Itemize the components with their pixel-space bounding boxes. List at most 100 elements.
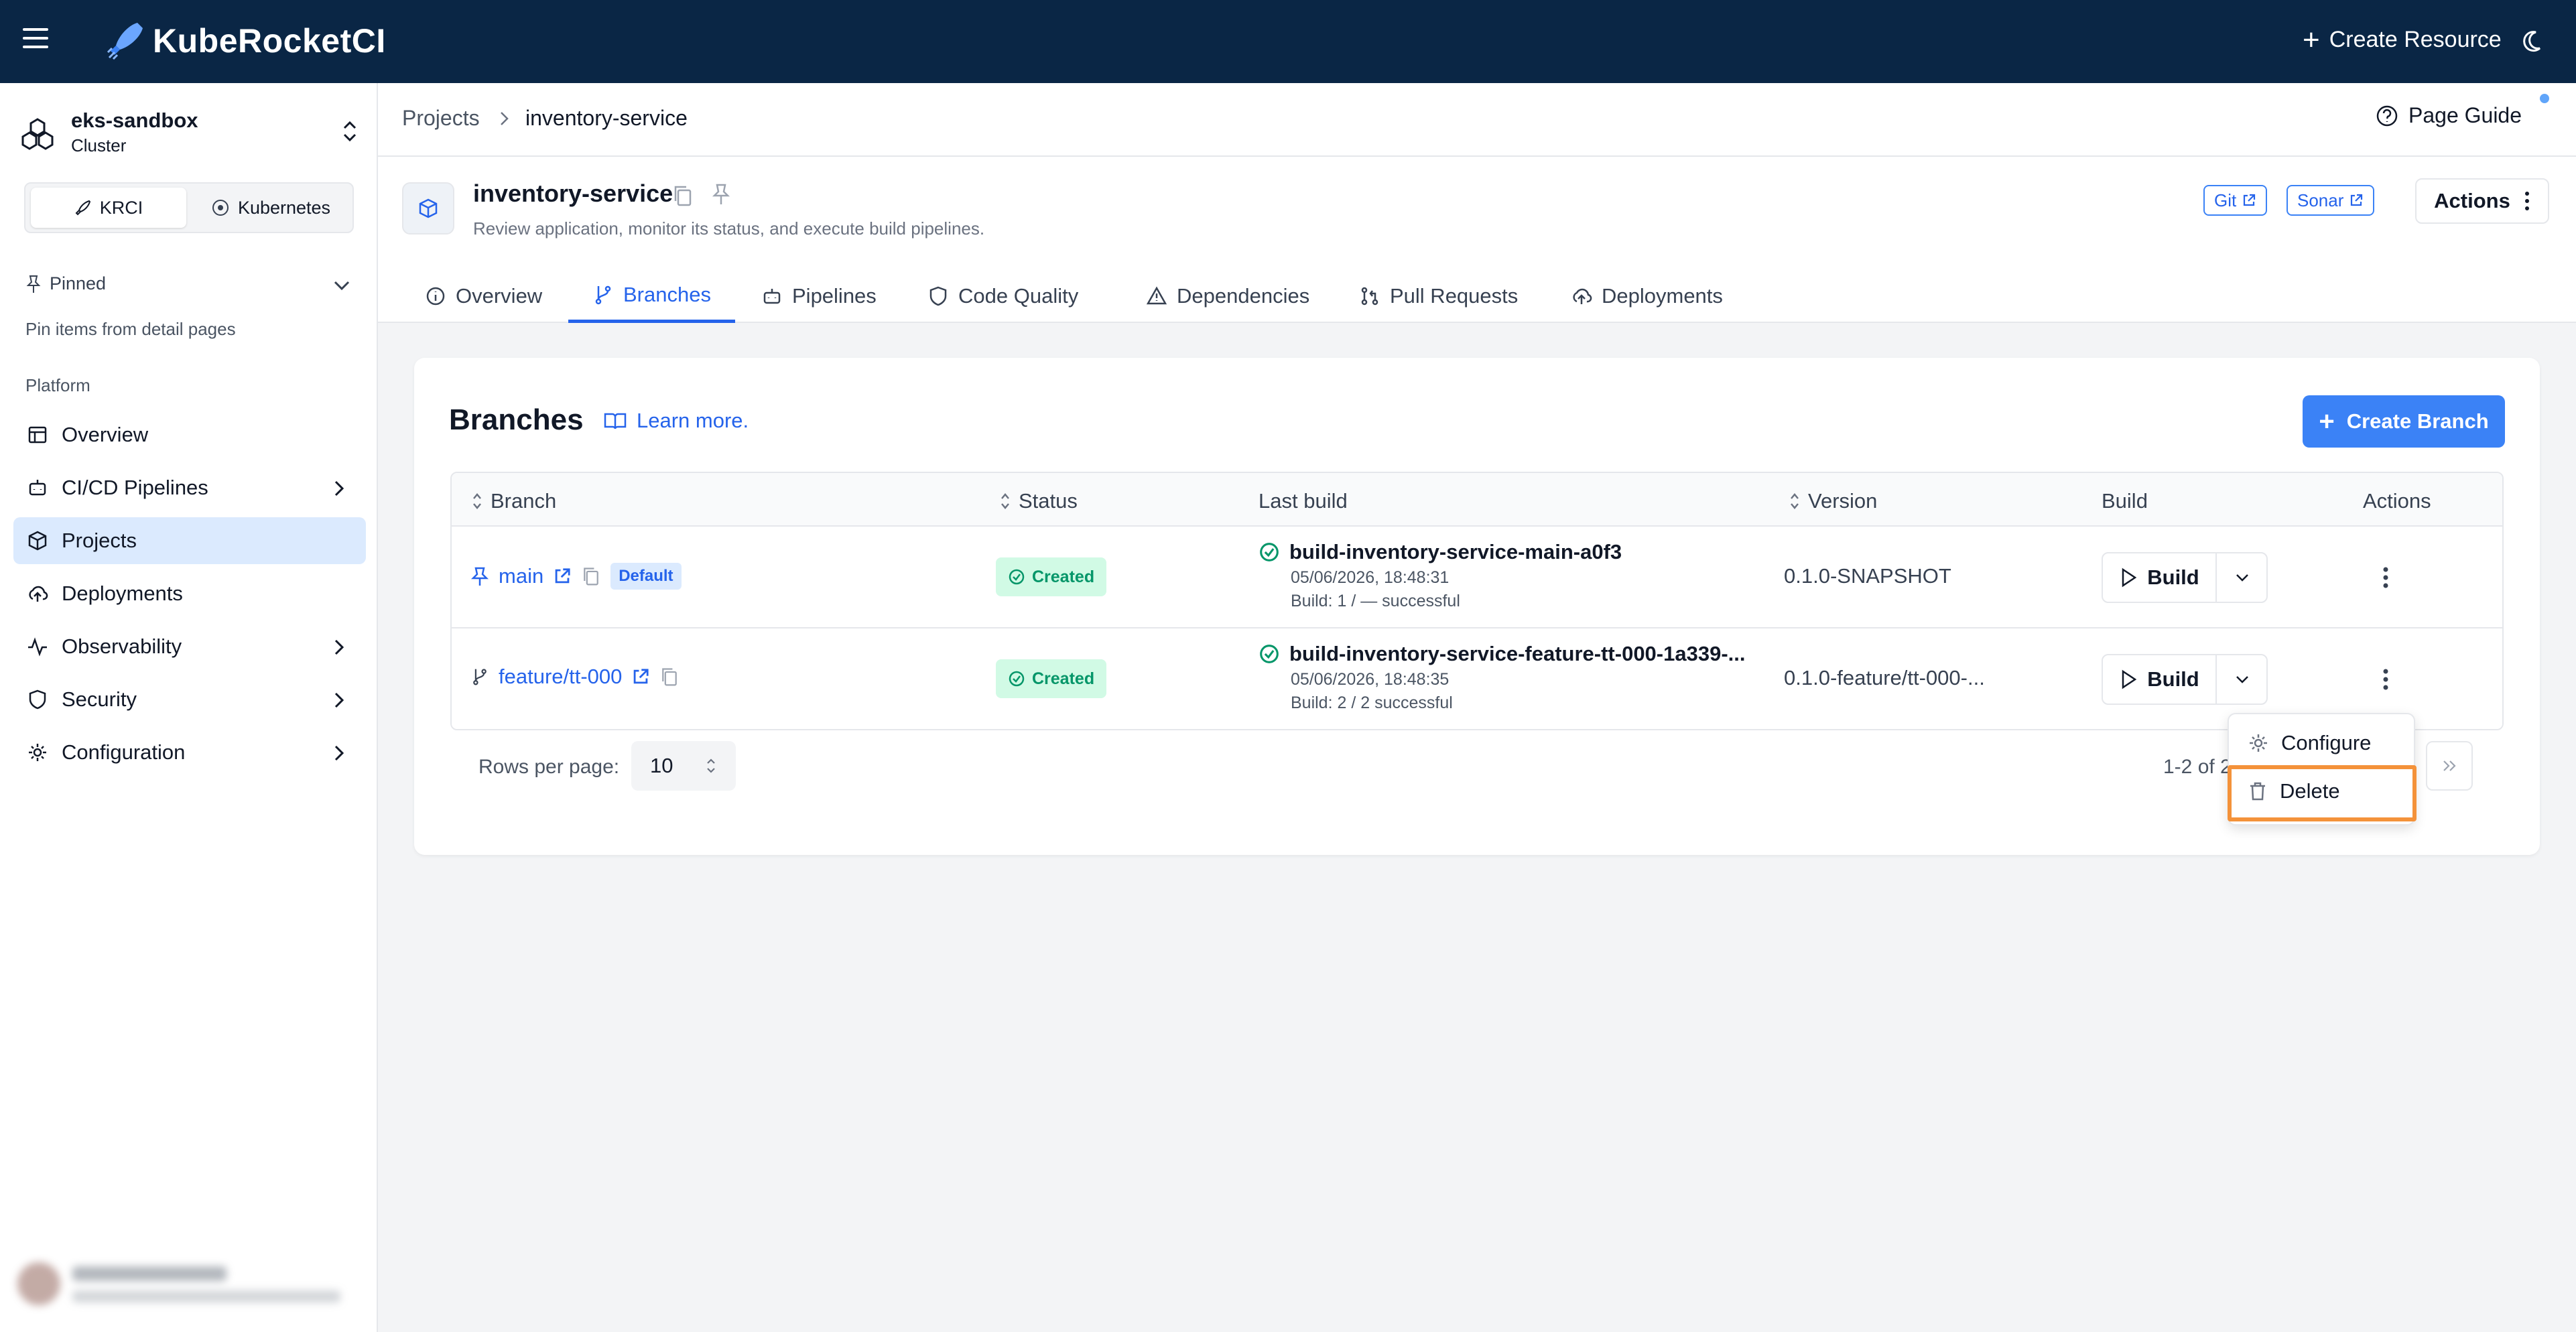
pin-icon[interactable]: [710, 182, 732, 206]
mode-krci[interactable]: KRCI: [31, 188, 186, 228]
rocket-icon: [75, 200, 90, 216]
chevron-up-down-icon[interactable]: [340, 118, 359, 145]
project-header: inventory-service Review application, mo…: [378, 157, 2576, 323]
tab-code-quality[interactable]: Code Quality: [903, 269, 1102, 323]
sort-icon: [473, 493, 481, 509]
help-circle-icon: [2376, 105, 2398, 126]
notification-dot: [2540, 94, 2549, 103]
tab-pipelines[interactable]: Pipelines: [737, 269, 901, 323]
tab-label: Dependencies: [1177, 284, 1310, 308]
sidebar-item-configuration[interactable]: Configuration: [13, 729, 366, 776]
learn-more-link[interactable]: Learn more.: [603, 409, 749, 433]
pagination-range: 1-2 of 2: [2163, 756, 2232, 778]
activity-icon: [28, 637, 47, 657]
git-branch-icon: [595, 285, 611, 304]
git-link[interactable]: Git: [2203, 185, 2268, 216]
sidebar-item-overview[interactable]: Overview: [13, 411, 366, 458]
tab-label: Pipelines: [792, 284, 877, 308]
column-header-label: Actions: [2363, 489, 2431, 513]
chevron-down-icon[interactable]: [332, 277, 351, 293]
sonar-link[interactable]: Sonar: [2287, 185, 2375, 216]
build-button[interactable]: Build: [2103, 553, 2217, 602]
play-icon: [2122, 669, 2137, 689]
tab-deployments[interactable]: Deployments: [1547, 269, 1747, 323]
plus-icon: +: [2319, 407, 2335, 436]
build-name[interactable]: build-inventory-service-main-a0f3: [1289, 540, 1622, 564]
pin-icon[interactable]: [470, 565, 489, 587]
create-branch-button[interactable]: + Create Branch: [2303, 395, 2505, 448]
rows-per-page-select[interactable]: 10: [631, 741, 736, 791]
build-options-dropdown[interactable]: [2217, 655, 2268, 704]
tab-branches[interactable]: Branches: [568, 269, 735, 323]
status-label: Created: [1032, 669, 1095, 688]
rows-per-page-label: Rows per page:: [478, 756, 620, 778]
branches-card: Branches Learn more. + Create Branch Bra…: [414, 358, 2540, 855]
create-resource-button[interactable]: + Create Resource: [2303, 23, 2502, 56]
sort-icon: [1001, 493, 1009, 509]
sidebar-item-deployments[interactable]: Deployments: [13, 570, 366, 617]
menu-icon[interactable]: [23, 28, 48, 48]
row-actions-menu: Configure Delete: [2228, 713, 2415, 825]
rocket-logo-icon[interactable]: [104, 19, 147, 62]
project-actions-button[interactable]: Actions: [2415, 178, 2549, 224]
sidebar-item-label: CI/CD Pipelines: [62, 476, 208, 499]
build-split-button: Build: [2102, 552, 2268, 603]
branch-name-link[interactable]: main: [499, 564, 543, 588]
sidebar-item-label: Deployments: [62, 582, 183, 605]
user-profile-blurred[interactable]: [12, 1250, 361, 1317]
sidebar-item-security[interactable]: Security: [13, 676, 366, 723]
tab-dependencies[interactable]: Dependencies: [1122, 269, 1334, 323]
pull-request-icon: [1361, 287, 1378, 306]
page-description: Review application, monitor its status, …: [473, 218, 985, 239]
tab-label: Branches: [623, 282, 711, 306]
check-circle-icon: [1260, 645, 1279, 663]
build-label: Build: [2147, 667, 2199, 691]
last-build-cell: build-inventory-service-main-a0f3 05/06/…: [1259, 540, 1622, 611]
column-header-build: Build: [2102, 489, 2148, 513]
branch-cell: main Default: [470, 563, 682, 590]
sidebar-item-cicd-pipelines[interactable]: CI/CD Pipelines: [13, 464, 366, 511]
column-header-status[interactable]: Status: [1000, 489, 1078, 513]
sidebar-item-label: Observability: [62, 635, 182, 658]
column-header-version[interactable]: Version: [1789, 489, 1877, 513]
moon-icon[interactable]: [2521, 28, 2548, 55]
tab-overview[interactable]: Overview: [401, 269, 566, 323]
trash-icon: [2250, 782, 2265, 801]
column-header-branch[interactable]: Branch: [472, 489, 556, 513]
check-circle-icon: [1009, 671, 1025, 687]
last-page-button[interactable]: [2426, 741, 2473, 791]
copy-icon[interactable]: [659, 666, 680, 687]
row-actions-kebab-icon[interactable]: [2382, 564, 2390, 591]
cluster-name[interactable]: eks-sandbox: [71, 109, 198, 133]
build-label: Build: [2147, 565, 2199, 589]
page-guide-button[interactable]: Page Guide: [2375, 103, 2522, 128]
copy-icon[interactable]: [581, 565, 601, 587]
mode-switch: KRCI Kubernetes: [24, 182, 354, 233]
sidebar-item-observability[interactable]: Observability: [13, 623, 366, 670]
mode-kubernetes-label: Kubernetes: [237, 197, 331, 218]
branch-name-link[interactable]: feature/tt-000: [499, 665, 622, 689]
breadcrumb-projects-link[interactable]: Projects: [402, 106, 480, 131]
sidebar-item-projects[interactable]: Projects: [13, 517, 366, 564]
plus-icon: +: [2303, 23, 2320, 56]
section-label-platform: Platform: [25, 375, 90, 395]
mode-kubernetes[interactable]: Kubernetes: [193, 188, 348, 228]
menu-item-configure[interactable]: Configure: [2229, 720, 2414, 767]
menu-item-delete[interactable]: Delete: [2229, 768, 2414, 815]
cluster-subtitle: Cluster: [71, 135, 127, 155]
chevron-right-icon: [334, 745, 344, 761]
column-header-label: Last build: [1259, 489, 1348, 513]
brand-name[interactable]: KubeRocketCI: [153, 21, 386, 60]
build-options-dropdown[interactable]: [2217, 553, 2268, 602]
build-name[interactable]: build-inventory-service-feature-tt-000-1…: [1289, 642, 1746, 666]
chevron-right-icon: [501, 112, 509, 125]
git-link-label: Git: [2214, 190, 2237, 210]
build-button[interactable]: Build: [2103, 655, 2217, 704]
external-link-icon[interactable]: [553, 567, 572, 586]
copy-icon[interactable]: [671, 184, 694, 208]
external-link-icon[interactable]: [631, 667, 650, 686]
row-actions-kebab-icon[interactable]: [2382, 666, 2390, 693]
git-branch-icon: [473, 669, 487, 685]
tab-pull-requests[interactable]: Pull Requests: [1335, 269, 1542, 323]
pinned-section-toggle[interactable]: Pinned: [25, 273, 106, 294]
